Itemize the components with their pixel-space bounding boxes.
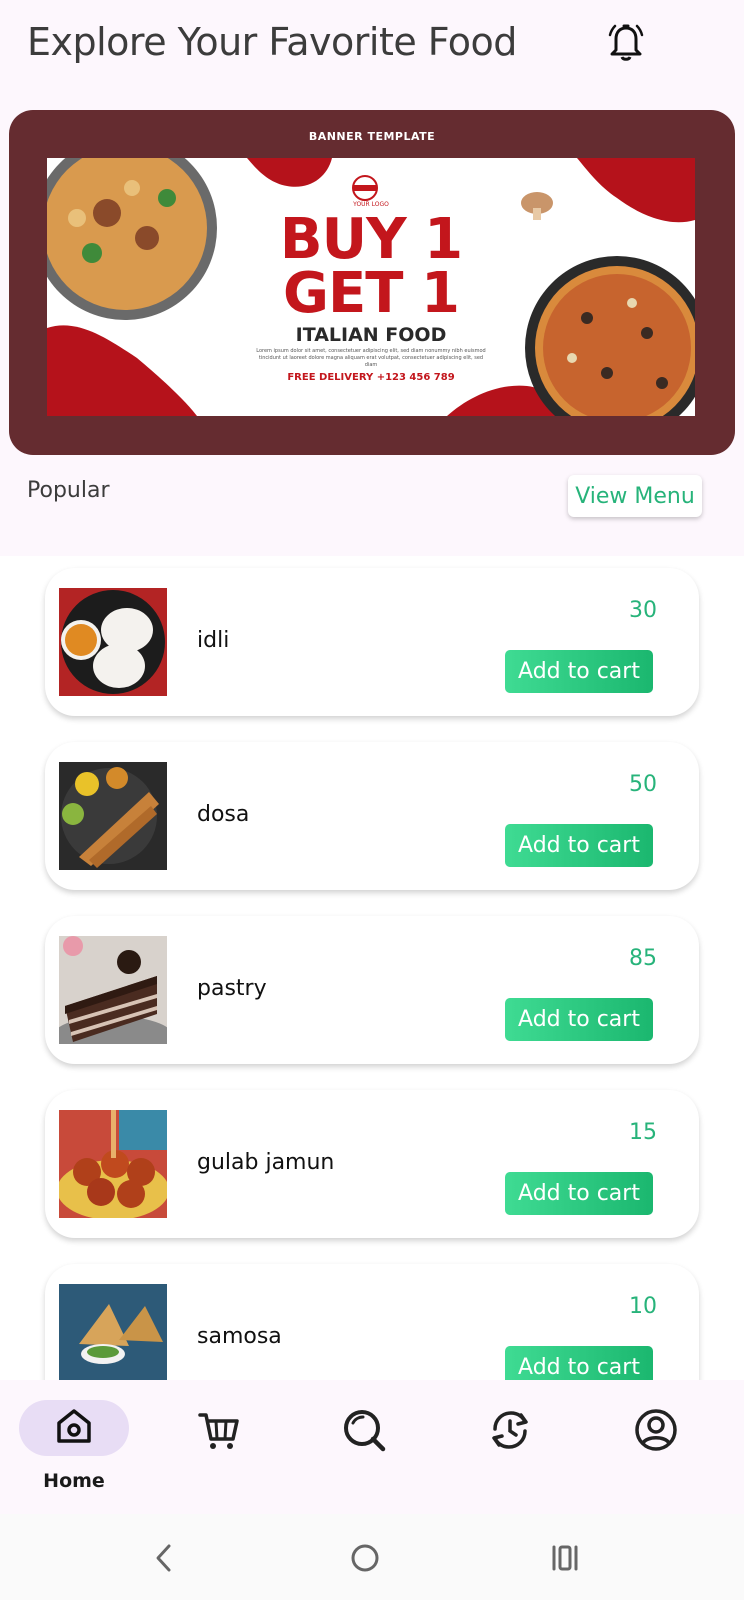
- food-card[interactable]: idli 30 Add to cart: [45, 568, 699, 716]
- bell-icon[interactable]: [604, 20, 648, 64]
- food-name: gulab jamun: [197, 1150, 335, 1175]
- header-area: Explore Your Favorite Food BANNER TEMPLA…: [0, 0, 744, 556]
- food-photo: [59, 936, 167, 1044]
- add-to-cart-button[interactable]: Add to cart: [505, 998, 653, 1041]
- food-name: pastry: [197, 976, 267, 1001]
- profile-icon[interactable]: [632, 1406, 680, 1454]
- back-icon[interactable]: [142, 1536, 186, 1580]
- system-navigation-bar: [0, 1514, 744, 1600]
- food-price: 50: [629, 772, 657, 797]
- food-photo: [59, 588, 167, 696]
- banner-headline-2: GET 1: [283, 261, 460, 326]
- food-price: 30: [629, 598, 657, 623]
- add-to-cart-button[interactable]: Add to cart: [505, 824, 653, 867]
- recents-icon[interactable]: [543, 1536, 587, 1580]
- food-list[interactable]: idli 30 Add to cart dosa 50 Add to cart: [0, 556, 744, 1380]
- food-name: idli: [197, 628, 230, 653]
- add-to-cart-button[interactable]: Add to cart: [505, 1346, 653, 1380]
- food-price: 85: [629, 946, 657, 971]
- bottom-navigation: Home: [0, 1380, 744, 1514]
- food-photo: [59, 762, 167, 870]
- promo-banner[interactable]: BANNER TEMPLATE YOUR LOGO BUY 1 GET 1 IT…: [9, 110, 735, 455]
- food-card[interactable]: pastry 85 Add to cart: [45, 916, 699, 1064]
- home-icon: [53, 1405, 95, 1451]
- food-card[interactable]: dosa 50 Add to cart: [45, 742, 699, 890]
- nav-home-label: Home: [43, 1470, 105, 1492]
- banner-body-text: Lorem ipsum dolor sit amet, consectetuer…: [256, 348, 486, 368]
- food-photo: [59, 1284, 167, 1380]
- food-name: dosa: [197, 802, 250, 827]
- food-card[interactable]: samosa 10 Add to cart: [45, 1264, 699, 1380]
- cart-icon[interactable]: [195, 1406, 243, 1454]
- page-title: Explore Your Favorite Food: [27, 20, 517, 64]
- banner-headline-1: BUY 1: [279, 207, 463, 272]
- search-icon[interactable]: [340, 1406, 388, 1454]
- food-price: 10: [629, 1294, 657, 1319]
- history-icon[interactable]: [486, 1406, 534, 1454]
- section-label: Popular: [27, 478, 110, 503]
- banner-caption: BANNER TEMPLATE: [308, 130, 436, 143]
- food-card[interactable]: gulab jamun 15 Add to cart: [45, 1090, 699, 1238]
- banner-delivery: FREE DELIVERY +123 456 789: [287, 372, 455, 383]
- add-to-cart-button[interactable]: Add to cart: [505, 650, 653, 693]
- home-circle-icon[interactable]: [343, 1536, 387, 1580]
- food-photo: [59, 1110, 167, 1218]
- food-price: 15: [629, 1120, 657, 1145]
- nav-home[interactable]: [19, 1400, 129, 1456]
- food-name: samosa: [197, 1324, 282, 1349]
- view-menu-button[interactable]: View Menu: [568, 475, 702, 517]
- banner-subtitle: ITALIAN FOOD: [295, 324, 447, 346]
- banner-image: YOUR LOGO BUY 1 GET 1 ITALIAN FOOD Lorem…: [47, 158, 695, 416]
- add-to-cart-button[interactable]: Add to cart: [505, 1172, 653, 1215]
